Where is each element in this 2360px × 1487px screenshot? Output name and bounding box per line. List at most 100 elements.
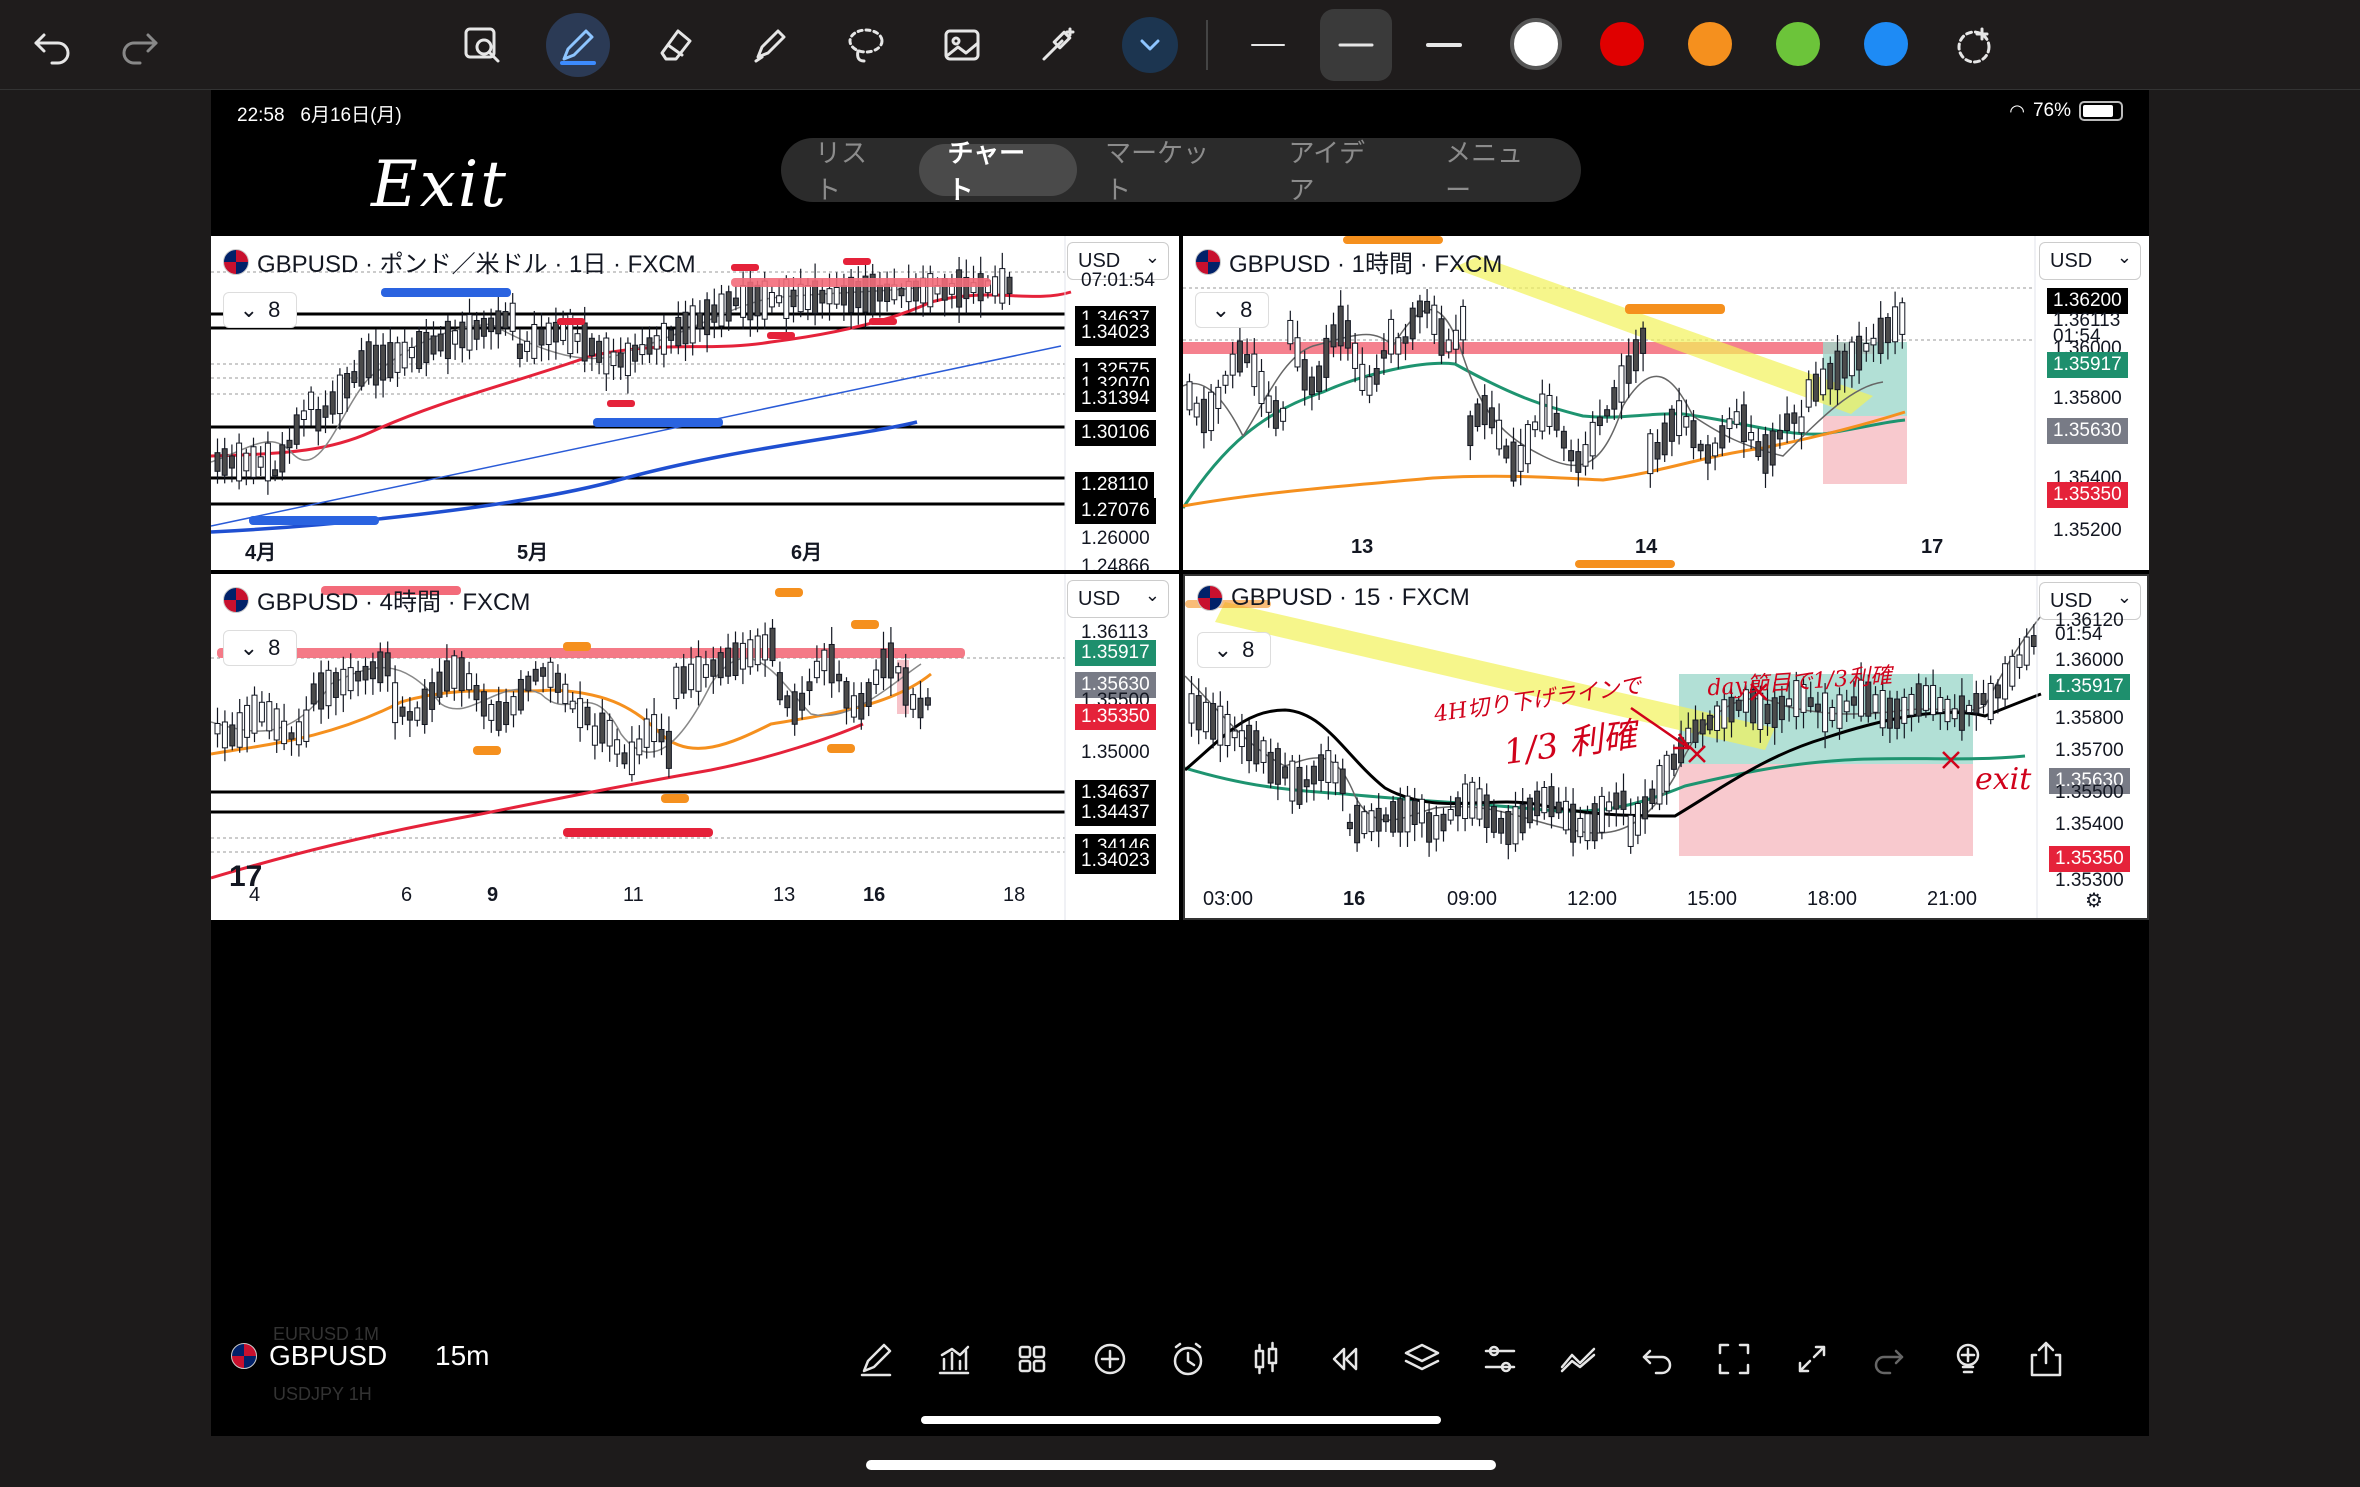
daily-indicator-count: 8: [268, 297, 281, 322]
image-icon[interactable]: [930, 13, 994, 77]
h1-candle: [1848, 341, 1855, 377]
m15-candle: [1411, 800, 1418, 825]
undo-icon[interactable]: [1631, 1334, 1681, 1384]
daily-candle: [236, 442, 243, 482]
m15-xlabel-1200: 12:00: [1567, 888, 1618, 910]
m15-candle: [1231, 730, 1238, 739]
magic-wand-icon[interactable]: [1026, 13, 1090, 77]
interval-selector[interactable]: 15m: [435, 1340, 489, 1372]
h1-candle: [1352, 342, 1359, 369]
h1-plot: [1183, 236, 2036, 570]
tab-ideas[interactable]: アイデア: [1260, 138, 1417, 205]
h4-title-text: GBPUSD · 4時間 · FXCM: [257, 589, 531, 616]
line-thick-icon[interactable]: [1412, 13, 1476, 77]
h1-indicator-toggle[interactable]: ⌄ 8: [1195, 292, 1269, 328]
chart-daily[interactable]: GBPUSD · ポンド／米ドル · 1日 · FXCM ⌄8 USD 07:0…: [211, 236, 1179, 570]
m15-candle: [1210, 703, 1217, 740]
daily-candle: [286, 439, 293, 449]
daily-indicator-toggle[interactable]: ⌄ 8: [223, 292, 297, 328]
chart-4h[interactable]: 17 GBPUSD · 4時間 · FXCM ⌄8 USD 1.361131.3…: [211, 574, 1179, 920]
h4-indicator-toggle[interactable]: ⌄ 8: [223, 630, 297, 666]
layout-grid-icon[interactable]: [1007, 1334, 1057, 1384]
redo-icon[interactable]: [1865, 1334, 1915, 1384]
m15-candle: [1670, 753, 1677, 770]
h4-price-label: 1.34023: [1075, 848, 1156, 874]
h4-currency-select[interactable]: USD: [1067, 580, 1169, 618]
pen-color-red[interactable]: [1600, 22, 1644, 66]
h1-candle: [1280, 407, 1287, 422]
h4-candle: [710, 659, 717, 677]
daily-candle: [732, 297, 739, 307]
h1-candle: [1582, 444, 1589, 467]
daily-candle: [437, 333, 444, 352]
indicators-icon[interactable]: [929, 1334, 979, 1384]
daily-candle: [675, 316, 682, 347]
line-thin-icon[interactable]: [1236, 13, 1300, 77]
h1-candle: [1870, 337, 1877, 346]
pen-icon[interactable]: [546, 13, 610, 77]
m15-candle: [1937, 697, 1944, 714]
idea-bulb-icon[interactable]: [1943, 1334, 1993, 1384]
replay-icon[interactable]: [1319, 1334, 1369, 1384]
eraser-icon[interactable]: [642, 13, 706, 77]
symbol-selector[interactable]: GBPUSD: [231, 1340, 387, 1372]
m15-candle: [1548, 786, 1555, 818]
m15-candle: [1850, 696, 1857, 706]
status-bar: 22:58 6月16日(月) ◠ 76%: [211, 90, 2149, 130]
gb-us-flag-icon: [1195, 248, 1221, 275]
tab-market[interactable]: マーケット: [1077, 138, 1260, 205]
highlighter-icon[interactable]: [738, 13, 802, 77]
chart-settings-gear-icon[interactable]: ⚙: [2085, 888, 2103, 913]
m15-candle: [1397, 798, 1404, 833]
undo-icon[interactable]: [20, 13, 84, 77]
daily-candle: [538, 328, 545, 346]
compare-icon[interactable]: [1553, 1334, 1603, 1384]
h4-candle: [799, 692, 806, 711]
tab-chart[interactable]: チャート: [919, 138, 1078, 205]
settings-sliders-icon[interactable]: [1475, 1334, 1525, 1384]
alert-clock-icon[interactable]: [1163, 1334, 1213, 1384]
m15-candle: [1822, 692, 1829, 733]
daily-candle: [581, 322, 588, 362]
h4-candle: [480, 691, 487, 717]
pen-color-green[interactable]: [1776, 22, 1820, 66]
tab-list[interactable]: リスト: [787, 138, 919, 205]
m15-price-label: 1.35500: [2055, 782, 2124, 803]
pen-color-orange[interactable]: [1688, 22, 1732, 66]
h4-candle: [621, 752, 628, 765]
add-icon[interactable]: [1085, 1334, 1135, 1384]
drawing-pen-icon[interactable]: [851, 1334, 901, 1384]
daily-candle: [300, 410, 307, 420]
candle-type-icon[interactable]: [1241, 1334, 1291, 1384]
lasso-icon[interactable]: [834, 13, 898, 77]
expand-icon[interactable]: [1787, 1334, 1837, 1384]
h4-candle: [488, 703, 495, 721]
chart-15m[interactable]: GBPUSD · 15 · FXCM ⌄8 USD 1.3612001:541.…: [1183, 574, 2149, 920]
daily-candle: [531, 323, 538, 359]
daily-candle: [430, 335, 437, 355]
tab-menu[interactable]: メニュー: [1417, 138, 1575, 205]
line-medium-icon[interactable]: [1320, 9, 1392, 81]
m15-annotation-exit: exit: [1975, 762, 2032, 797]
chart-1h[interactable]: GBPUSD · 1時間 · FXCM ⌄8 USD 1.362001.3611…: [1183, 236, 2149, 570]
image-search-icon[interactable]: [450, 13, 514, 77]
chevron-down-icon[interactable]: [1122, 17, 1178, 73]
h1-candle: [1301, 359, 1308, 391]
redo-icon[interactable]: [108, 13, 172, 77]
daily-candle: [819, 289, 826, 304]
h1-currency-select[interactable]: USD: [2039, 242, 2141, 280]
h4-candle: [658, 729, 665, 743]
share-icon[interactable]: [2021, 1334, 2071, 1384]
m15-candle: [1404, 795, 1411, 833]
h1-candle: [1186, 381, 1193, 411]
m15-candle: [1469, 781, 1476, 819]
layers-icon[interactable]: [1397, 1334, 1447, 1384]
m15-indicator-toggle[interactable]: ⌄ 8: [1197, 632, 1271, 668]
fullscreen-icon[interactable]: [1709, 1334, 1759, 1384]
add-color-icon[interactable]: [1942, 13, 2006, 77]
daily-candle: [725, 291, 732, 322]
h4-candle: [473, 684, 480, 701]
pen-color-white[interactable]: [1510, 18, 1562, 70]
pen-color-blue[interactable]: [1864, 22, 1908, 66]
h1-candle: [1647, 433, 1654, 475]
